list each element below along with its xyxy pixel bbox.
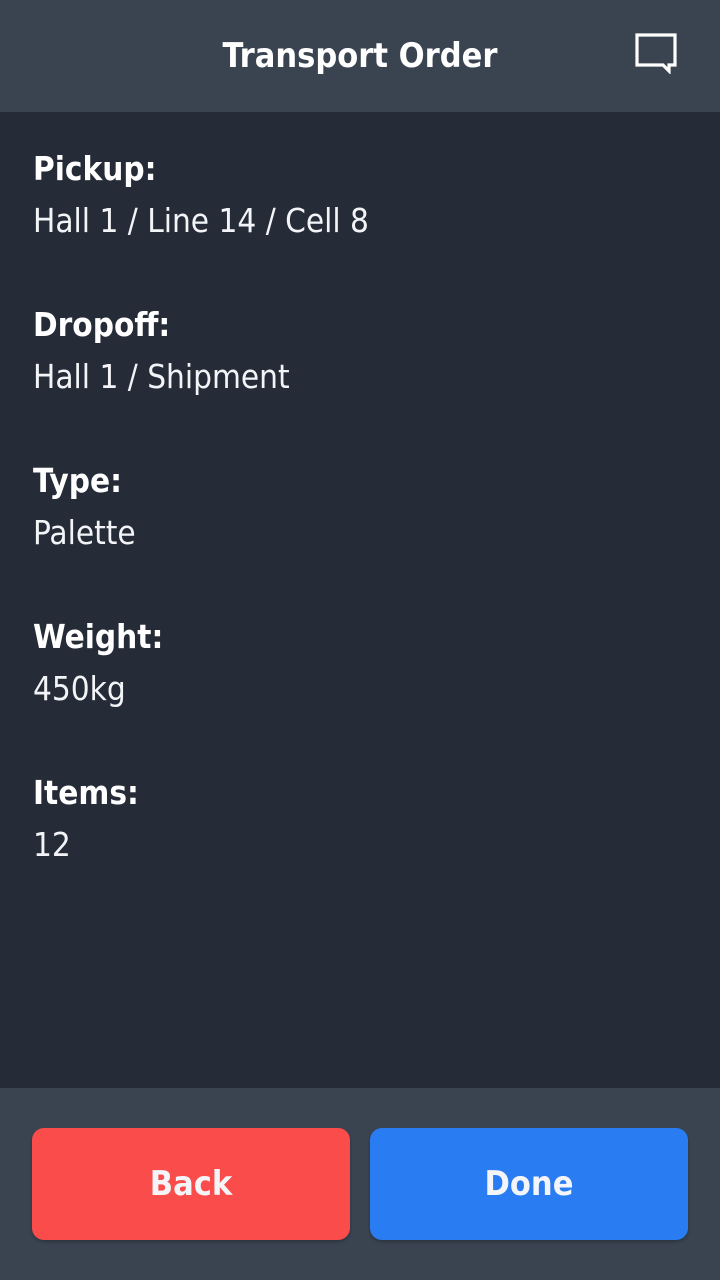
dropoff-value: Hall 1 / Shipment [33, 357, 290, 396]
type-field: Type: Palette [33, 460, 683, 554]
weight-value: 450kg [33, 669, 126, 708]
type-label: Type: [33, 461, 122, 500]
dropoff-field: Dropoff: Hall 1 / Shipment [33, 304, 683, 398]
items-field: Items: 12 [33, 772, 683, 866]
pickup-field: Pickup: Hall 1 / Line 14 / Cell 8 [33, 148, 683, 242]
items-label: Items: [33, 773, 139, 812]
type-value: Palette [33, 513, 136, 552]
done-button[interactable]: Done [370, 1128, 688, 1240]
weight-field: Weight: 450kg [33, 616, 683, 710]
back-button[interactable]: Back [32, 1128, 350, 1240]
transport-order-screen: Transport Order Pickup: Hall 1 / Line 14… [0, 0, 720, 1280]
weight-label: Weight: [33, 617, 164, 656]
items-value: 12 [33, 825, 71, 864]
dropoff-label: Dropoff: [33, 305, 171, 344]
page-title: Transport Order [222, 36, 498, 76]
action-footer: Back Done [0, 1088, 720, 1280]
app-header: Transport Order [0, 0, 720, 112]
chat-bubble-icon [634, 32, 678, 78]
pickup-label: Pickup: [33, 149, 157, 188]
chat-button[interactable] [628, 30, 684, 80]
order-details: Pickup: Hall 1 / Line 14 / Cell 8 Dropof… [0, 112, 720, 1088]
pickup-value: Hall 1 / Line 14 / Cell 8 [33, 201, 369, 240]
